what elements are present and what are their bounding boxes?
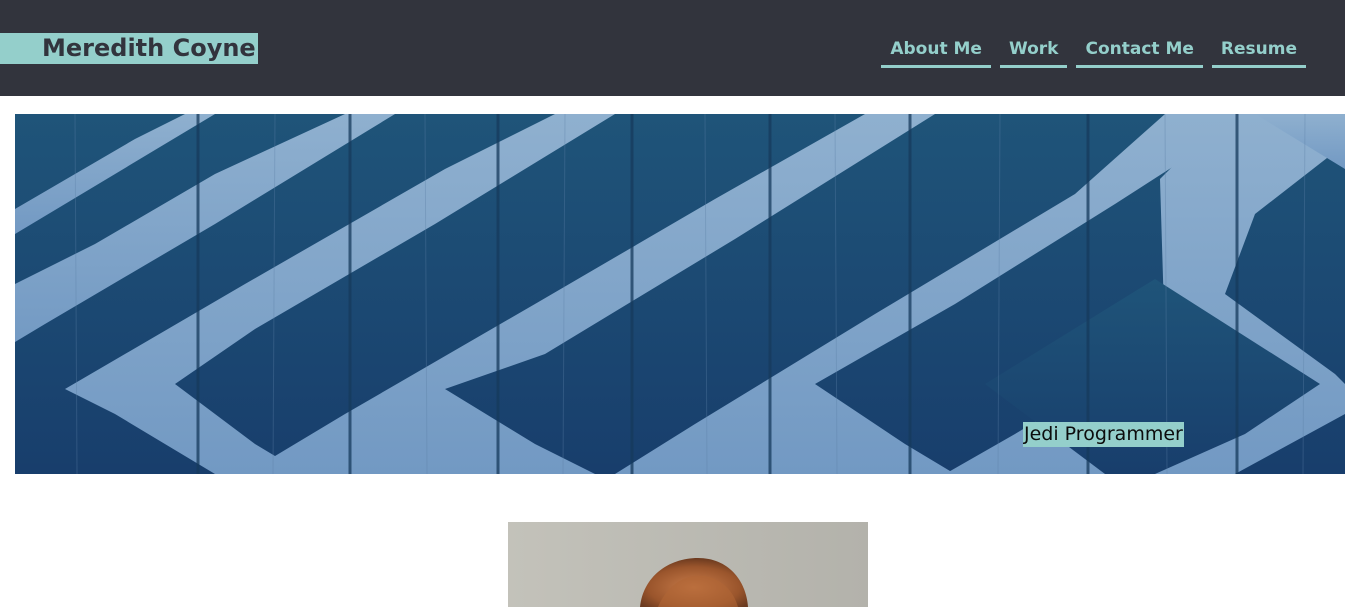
site-header: Meredith Coyne About Me Work Contact Me … <box>0 0 1345 96</box>
nav-resume[interactable]: Resume <box>1211 36 1306 68</box>
profile-photo-image <box>508 522 868 607</box>
hero-banner: Jedi Programmer <box>15 114 1345 474</box>
nav-work[interactable]: Work <box>999 36 1068 68</box>
main-nav: About Me Work Contact Me Resume <box>881 36 1306 68</box>
hero-background-image <box>15 114 1345 474</box>
nav-contact-me[interactable]: Contact Me <box>1076 36 1203 68</box>
profile-photo <box>508 522 868 607</box>
nav-about-me[interactable]: About Me <box>881 36 991 68</box>
hero-tagline: Jedi Programmer <box>1023 422 1184 447</box>
site-title[interactable]: Meredith Coyne <box>0 33 258 64</box>
